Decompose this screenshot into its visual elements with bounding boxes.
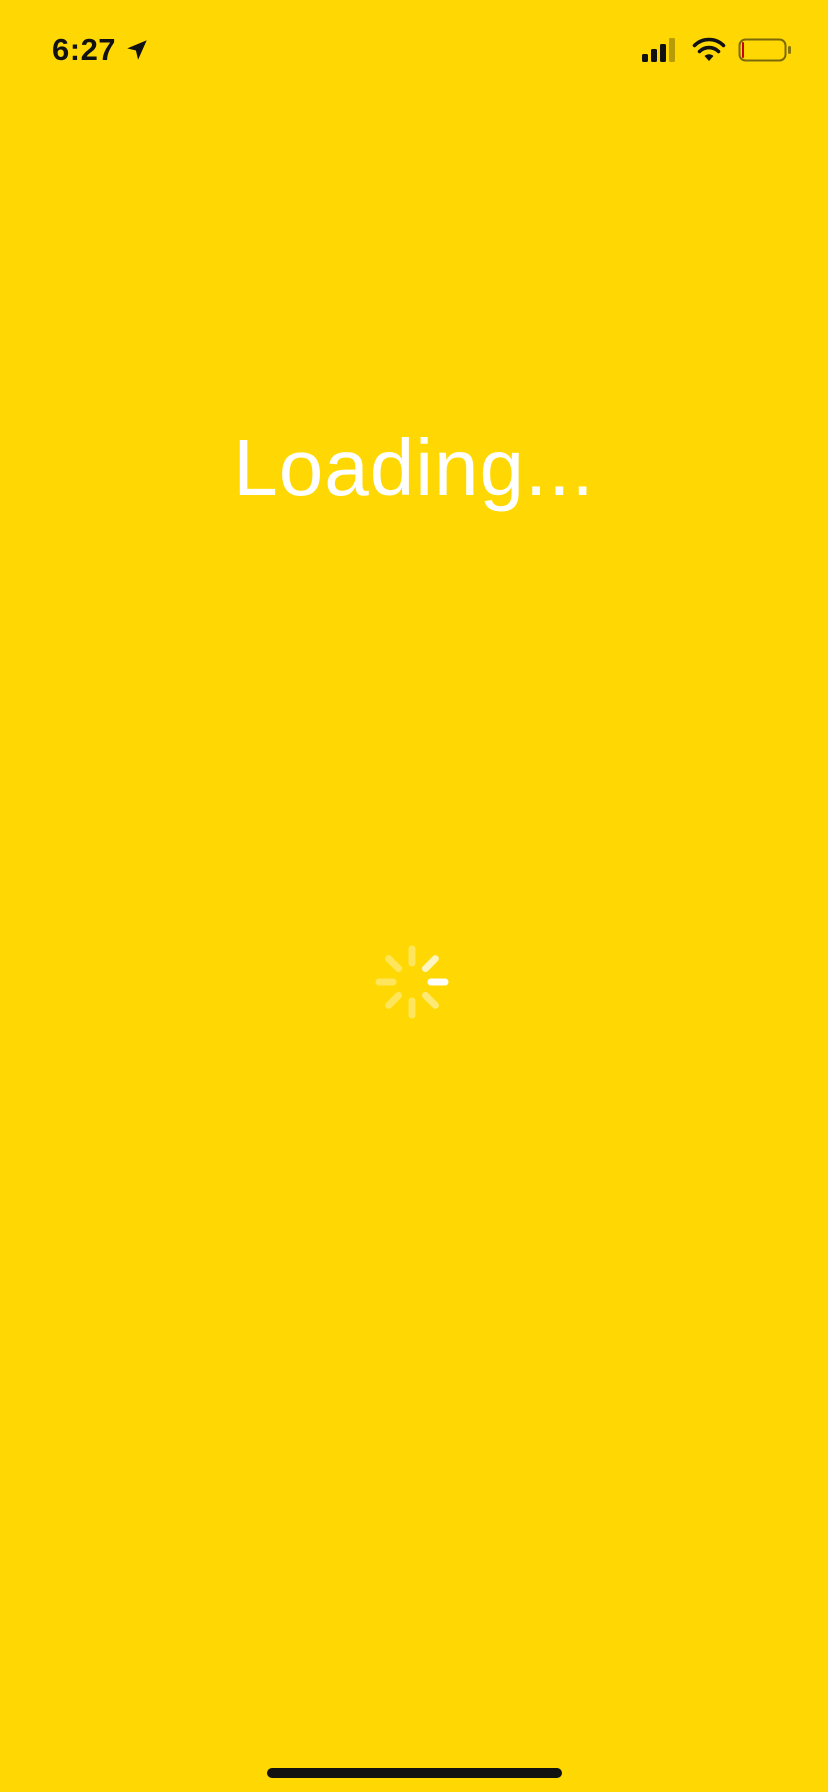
- status-indicators: [640, 34, 792, 66]
- location-arrow-icon: [127, 40, 147, 60]
- cellular-signal-icon: [642, 38, 675, 62]
- battery-icon: [738, 38, 791, 62]
- activity-spinner-icon: [375, 945, 449, 1019]
- loading-title: Loading...: [233, 423, 595, 512]
- status-bar: 6:27: [0, 0, 828, 100]
- status-time-group: 6:27: [52, 30, 150, 70]
- loading-screen: 6:27 Loading...: [0, 0, 828, 1792]
- wifi-icon: [692, 37, 726, 61]
- status-time: 6:27: [52, 32, 117, 67]
- home-indicator[interactable]: [267, 1768, 562, 1778]
